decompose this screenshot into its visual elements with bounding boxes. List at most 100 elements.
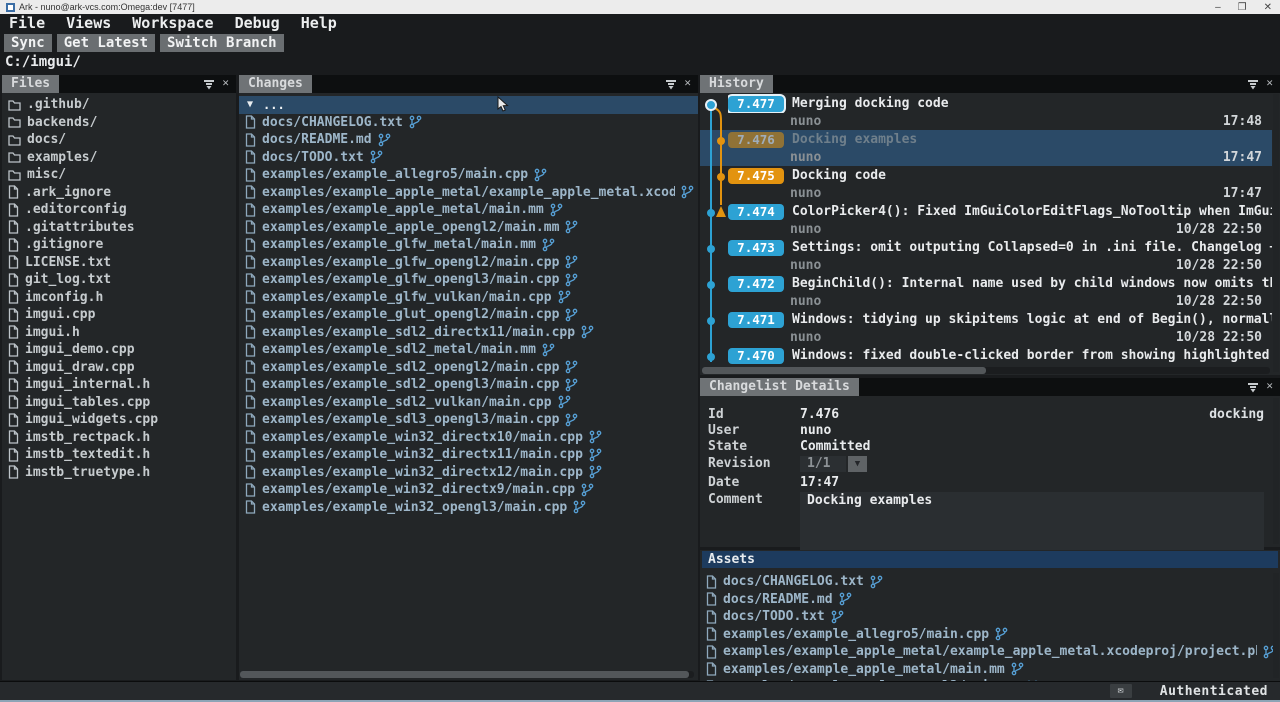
file-name: docs/CHANGELOG.txt — [723, 574, 864, 589]
file-row[interactable]: examples/example_sdl3_opengl3/main.cpp — [239, 411, 698, 429]
file-row[interactable]: .ark_ignore — [2, 184, 236, 202]
close-panel-icon[interactable]: ✕ — [1263, 75, 1280, 93]
file-row[interactable]: imstb_truetype.h — [2, 464, 236, 482]
menu-debug[interactable]: Debug — [235, 14, 280, 32]
file-row[interactable]: examples/example_sdl2_metal/main.mm — [239, 341, 698, 359]
close-panel-icon[interactable]: ✕ — [681, 75, 698, 93]
history-commit[interactable]: 7.477Merging docking codenuno17:48 — [700, 94, 1272, 130]
file-row[interactable]: examples/example_sdl2_vulkan/main.cpp — [239, 394, 698, 412]
file-row[interactable]: examples/example_win32_directx10/main.cp… — [239, 429, 698, 447]
file-row[interactable]: docs/TODO.txt — [239, 149, 698, 167]
menu-help[interactable]: Help — [301, 14, 337, 32]
file-row[interactable]: examples/example_allegro5/main.cpp — [239, 166, 698, 184]
history-commit[interactable]: 7.476Docking examplesnuno17:47 — [700, 130, 1272, 166]
menu-workspace[interactable]: Workspace — [132, 14, 213, 32]
file-row[interactable]: docs/README.md — [239, 131, 698, 149]
file-icon — [706, 662, 717, 676]
file-row[interactable]: docs/README.md — [700, 591, 1280, 609]
tab-changes[interactable]: Changes — [239, 75, 312, 93]
file-row[interactable]: imstb_textedit.h — [2, 446, 236, 464]
file-row[interactable]: examples/example_apple_metal/example_app… — [700, 643, 1280, 661]
comment-box[interactable]: Docking examples — [800, 492, 1264, 550]
get-latest-button[interactable]: Get Latest — [57, 34, 155, 52]
file-row[interactable]: examples/example_glfw_opengl2/main.cpp — [239, 254, 698, 272]
file-row[interactable]: examples/example_win32_directx12/main.cp… — [239, 464, 698, 482]
file-row[interactable]: git_log.txt — [2, 271, 236, 289]
file-row[interactable]: imgui.h — [2, 324, 236, 342]
file-row[interactable]: examples/example_sdl2_directx11/main.cpp — [239, 324, 698, 342]
scrollbar-thumb[interactable] — [702, 367, 986, 374]
file-row[interactable]: imgui_widgets.cpp — [2, 411, 236, 429]
filter-icon[interactable] — [199, 75, 219, 93]
file-row[interactable]: .editorconfig — [2, 201, 236, 219]
revision-value[interactable]: 1/1 — [800, 456, 846, 472]
menu-file[interactable]: File — [9, 14, 45, 32]
folder-icon — [8, 151, 21, 163]
minimize-button[interactable]: – — [1215, 2, 1221, 13]
history-commit[interactable]: 7.471Windows: tidying up skipitems logic… — [700, 310, 1272, 346]
history-panel-header: History ✕ — [700, 75, 1280, 93]
scrollbar-thumb[interactable] — [240, 671, 689, 678]
file-row[interactable]: examples/example_sdl2_opengl3/main.cpp — [239, 376, 698, 394]
file-row[interactable]: imconfig.h — [2, 289, 236, 307]
file-row[interactable]: examples/example_glfw_metal/main.mm — [239, 236, 698, 254]
envelope-icon[interactable]: ✉ — [1110, 684, 1132, 698]
file-row[interactable]: LICENSE.txt — [2, 254, 236, 272]
file-row[interactable]: .gitignore — [2, 236, 236, 254]
filter-icon[interactable] — [661, 75, 681, 93]
file-row[interactable]: examples/example_apple_metal/main.mm — [239, 201, 698, 219]
commit-title: Windows: fixed double-clicked border fro… — [792, 348, 1272, 363]
file-row[interactable]: examples/example_win32_opengl3/main.cpp — [239, 499, 698, 517]
revision-dropdown-icon[interactable]: ▼ — [848, 456, 867, 472]
sync-button[interactable]: Sync — [4, 34, 52, 52]
history-commit[interactable]: 7.473Settings: omit outputing Collapsed=… — [700, 238, 1272, 274]
history-commit[interactable]: 7.470Windows: fixed double-clicked borde… — [700, 346, 1272, 367]
file-row[interactable]: examples/example_apple_opengl2/main.mm — [239, 219, 698, 237]
branch-icon — [589, 448, 602, 462]
switch-branch-button[interactable]: Switch Branch — [160, 34, 284, 52]
folder-row[interactable]: docs/ — [2, 131, 236, 149]
history-commit[interactable]: 7.475Docking codenuno17:47 — [700, 166, 1272, 202]
file-row[interactable]: docs/CHANGELOG.txt — [700, 573, 1280, 591]
file-row[interactable]: examples/example_allegro5/main.cpp — [700, 626, 1280, 644]
tab-history[interactable]: History — [700, 75, 773, 93]
file-row[interactable]: examples/example_win32_directx11/main.cp… — [239, 446, 698, 464]
folder-row[interactable]: misc/ — [2, 166, 236, 184]
file-row[interactable]: imgui_draw.cpp — [2, 359, 236, 377]
history-commit[interactable]: 7.474ColorPicker4(): Fixed ImGuiColorEdi… — [700, 202, 1272, 238]
folder-row[interactable]: examples/ — [2, 149, 236, 167]
close-panel-icon[interactable]: ✕ — [1263, 378, 1280, 396]
file-row[interactable]: examples/example_win32_directx9/main.cpp — [239, 481, 698, 499]
file-row[interactable]: docs/TODO.txt — [700, 608, 1280, 626]
file-row[interactable]: docs/CHANGELOG.txt — [239, 114, 698, 132]
tab-files[interactable]: Files — [2, 75, 59, 93]
maximize-button[interactable]: ❐ — [1238, 2, 1247, 13]
file-row[interactable]: examples/example_glfw_vulkan/main.cpp — [239, 289, 698, 307]
file-row[interactable]: imgui_demo.cpp — [2, 341, 236, 359]
changes-root-row[interactable]: ▼ ... — [239, 96, 698, 114]
file-row[interactable]: examples/example_apple_metal/example_app… — [239, 184, 698, 202]
tab-changelist-details[interactable]: Changelist Details — [700, 378, 859, 396]
tree-expand-icon[interactable]: ▼ — [247, 99, 253, 110]
file-name: examples/example_apple_metal/example_app… — [723, 644, 1257, 659]
close-panel-icon[interactable]: ✕ — [219, 75, 236, 93]
folder-row[interactable]: backends/ — [2, 114, 236, 132]
file-row[interactable]: examples/example_apple_metal/main.mm — [700, 661, 1280, 679]
history-vscrollbar[interactable] — [1273, 94, 1279, 372]
folder-row[interactable]: .github/ — [2, 96, 236, 114]
file-row[interactable]: imstb_rectpack.h — [2, 429, 236, 447]
file-row[interactable]: imgui_internal.h — [2, 376, 236, 394]
file-row[interactable]: examples/example_glut_opengl2/main.cpp — [239, 306, 698, 324]
menu-views[interactable]: Views — [66, 14, 111, 32]
file-row[interactable]: examples/example_glfw_opengl3/main.cpp — [239, 271, 698, 289]
details-vscrollbar[interactable] — [1273, 398, 1279, 544]
history-commit[interactable]: 7.472BeginChild(): Internal name used by… — [700, 274, 1272, 310]
close-window-button[interactable]: ✕ — [1264, 2, 1272, 13]
file-row[interactable]: .gitattributes — [2, 219, 236, 237]
filter-icon[interactable] — [1243, 378, 1263, 396]
file-row[interactable]: imgui_tables.cpp — [2, 394, 236, 412]
file-row[interactable]: imgui.cpp — [2, 306, 236, 324]
assets-vscrollbar[interactable] — [1273, 573, 1279, 678]
filter-icon[interactable] — [1243, 75, 1263, 93]
file-row[interactable]: examples/example_sdl2_opengl2/main.cpp — [239, 359, 698, 377]
